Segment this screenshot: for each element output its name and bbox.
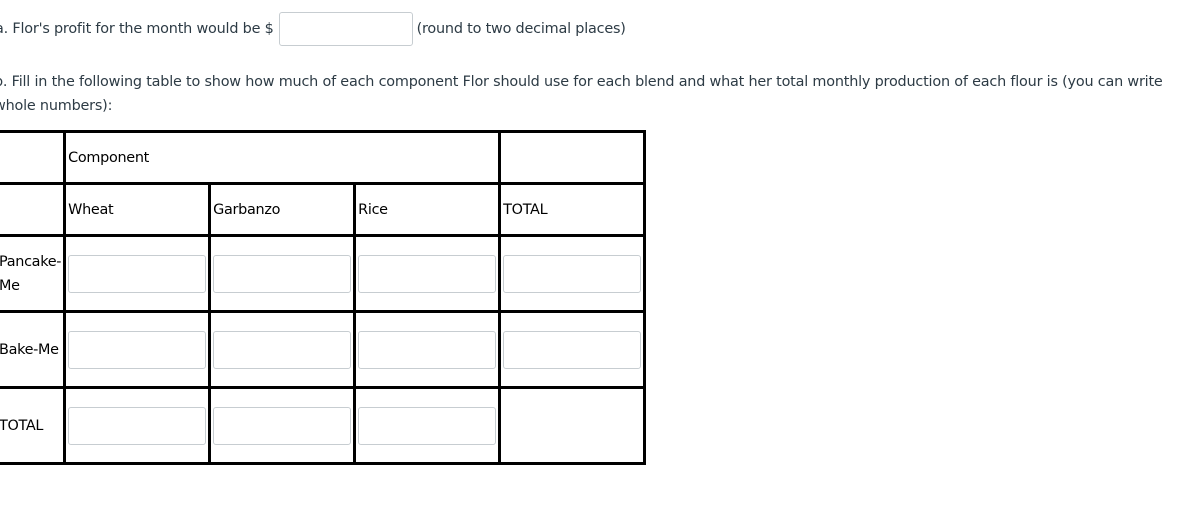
pancake-me-wheat-input[interactable] — [68, 254, 207, 293]
question-b-text: b. Fill in the following table to show h… — [0, 74, 1163, 114]
empty-total-cell — [498, 386, 647, 465]
table-header-row-columns: Wheat Garbanzo Rice TOTAL — [0, 182, 647, 237]
total-wheat-input[interactable] — [68, 406, 207, 445]
row-label-bake-me: Bake-Me — [0, 310, 67, 389]
bake-me-rice-input[interactable] — [358, 330, 497, 369]
question-a-suffix: (round to two decimal places) — [416, 21, 626, 37]
bake-me-wheat-input[interactable] — [68, 330, 207, 369]
column-header-garbanzo: Garbanzo — [208, 182, 357, 237]
component-table: Component Wheat Garbanzo Rice TOTAL Panc… — [0, 130, 647, 465]
question-a: a. Flor's profit for the month would be … — [0, 10, 626, 48]
bake-me-total-input[interactable] — [503, 330, 642, 369]
pancake-me-rice-input[interactable] — [358, 254, 497, 293]
total-rice-input[interactable] — [358, 406, 497, 445]
row-label-total: TOTAL — [0, 386, 67, 465]
question-a-prefix: a. Flor's profit for the month would be … — [0, 21, 274, 37]
pancake-me-garbanzo-input[interactable] — [213, 254, 352, 293]
empty-corner-cell — [0, 182, 67, 237]
profit-input[interactable] — [278, 12, 413, 46]
total-garbanzo-input[interactable] — [213, 406, 352, 445]
bake-me-garbanzo-input[interactable] — [213, 330, 352, 369]
table-row-bake-me: Bake-Me — [0, 310, 647, 389]
pancake-me-total-input[interactable] — [503, 254, 642, 293]
empty-header-cell — [498, 130, 647, 185]
column-header-total: TOTAL — [498, 182, 647, 237]
table-row-pancake-me: Pancake-Me — [0, 234, 647, 313]
column-header-wheat: Wheat — [63, 182, 212, 237]
component-header: Component — [63, 130, 502, 185]
column-header-rice: Rice — [353, 182, 502, 237]
row-label-pancake-me: Pancake-Me — [0, 234, 67, 313]
empty-corner-cell — [0, 130, 67, 185]
table-row-total: TOTAL — [0, 386, 647, 465]
table-header-row-component: Component — [0, 130, 647, 185]
